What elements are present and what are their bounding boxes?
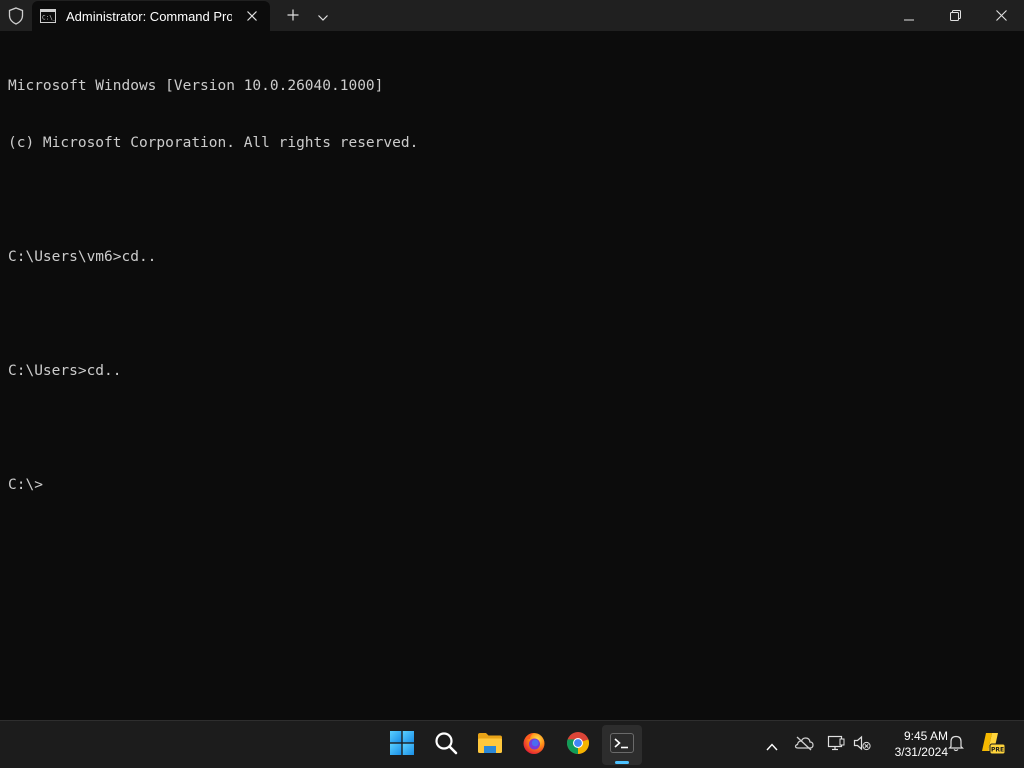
svg-text:C:\_: C:\_ xyxy=(42,15,56,22)
tab-dropdown-button[interactable] xyxy=(308,0,338,31)
terminal-output[interactable]: Microsoft Windows [Version 10.0.26040.10… xyxy=(8,39,1016,533)
active-app-indicator xyxy=(615,761,629,764)
search-button[interactable] xyxy=(426,725,466,765)
chevron-up-icon xyxy=(766,736,778,755)
clock-time: 9:45 AM xyxy=(903,729,948,743)
title-bar[interactable]: C:\_ Administrator: Command Pro xyxy=(0,0,1024,31)
firefox-icon xyxy=(522,731,546,759)
onedrive-button[interactable] xyxy=(792,733,816,757)
copilot-pre-icon: PRE xyxy=(979,730,1006,760)
network-icon xyxy=(827,735,845,755)
volume-muted-icon xyxy=(853,735,871,755)
terminal-line: C:\Users>cd.. xyxy=(8,363,122,379)
close-window-button[interactable] xyxy=(978,0,1024,31)
minimize-button[interactable] xyxy=(886,0,932,31)
copilot-button[interactable]: PRE xyxy=(978,731,1006,759)
file-explorer-icon xyxy=(477,732,503,758)
terminal-window: C:\_ Administrator: Command Pro Microsof… xyxy=(0,0,1024,720)
tab-command-prompt[interactable]: C:\_ Administrator: Command Pro xyxy=(32,1,270,31)
firefox-button[interactable] xyxy=(514,725,554,765)
title-bar-drag-area[interactable] xyxy=(338,0,886,31)
cmd-icon: C:\_ xyxy=(40,9,56,23)
chevron-down-icon xyxy=(318,6,328,25)
show-hidden-icons-button[interactable] xyxy=(760,733,784,757)
new-tab-button[interactable] xyxy=(278,0,308,31)
network-button[interactable] xyxy=(824,733,848,757)
onedrive-offline-icon xyxy=(794,735,814,755)
clock[interactable]: 9:45 AM 3/31/2024 xyxy=(878,728,948,760)
taskbar: 9:45 AM 3/31/2024 PRE xyxy=(0,720,1024,768)
windows-start-icon xyxy=(390,731,414,759)
shield-icon[interactable] xyxy=(0,0,32,31)
chrome-button[interactable] xyxy=(558,725,598,765)
notifications-button[interactable] xyxy=(944,733,968,757)
restore-icon xyxy=(949,6,961,25)
terminal-prompt[interactable]: C:\> xyxy=(8,476,1016,495)
close-icon[interactable] xyxy=(242,6,262,26)
start-button[interactable] xyxy=(382,725,422,765)
terminal-taskbar-button[interactable] xyxy=(602,725,642,765)
terminal-icon xyxy=(610,733,634,757)
close-window-icon xyxy=(995,6,1007,25)
clock-date: 3/31/2024 xyxy=(894,745,948,759)
minimize-icon xyxy=(904,6,914,25)
terminal-line: C:\Users\vm6>cd.. xyxy=(8,249,157,265)
tab-title: Administrator: Command Pro xyxy=(66,8,232,24)
bell-icon xyxy=(948,734,964,756)
restore-button[interactable] xyxy=(932,0,978,31)
plus-icon xyxy=(287,6,299,25)
terminal-line: Microsoft Windows [Version 10.0.26040.10… xyxy=(8,78,384,94)
search-icon xyxy=(434,731,458,759)
copilot-badge-text: PRE xyxy=(991,747,1004,754)
file-explorer-button[interactable] xyxy=(470,725,510,765)
terminal-line: (c) Microsoft Corporation. All rights re… xyxy=(8,135,419,151)
volume-button[interactable] xyxy=(850,733,874,757)
chrome-icon xyxy=(566,731,590,759)
